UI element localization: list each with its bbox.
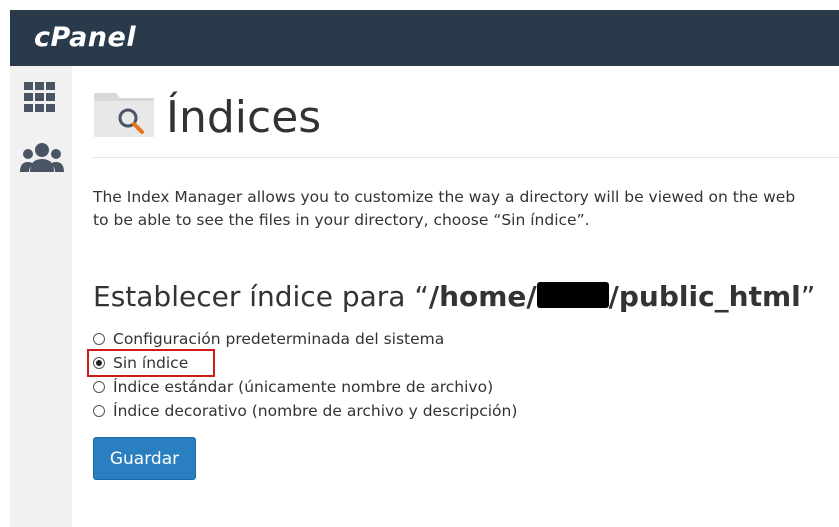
cpanel-logo[interactable]: cPanel (34, 22, 136, 53)
radio-fancy-index[interactable] (93, 405, 105, 417)
redacted-username (536, 282, 609, 308)
users-icon[interactable] (20, 142, 64, 181)
sidebar (10, 66, 74, 527)
radio-system-default[interactable] (93, 333, 105, 345)
description-line-1: The Index Manager allows you to customiz… (93, 188, 796, 206)
divider (92, 157, 839, 158)
option-system-default[interactable]: Configuración predeterminada del sistema (93, 327, 517, 351)
radio-standard-index[interactable] (93, 381, 105, 393)
page-title: Índices (166, 92, 322, 143)
section-title: Establecer índice para “/home/ /public_ht… (93, 280, 815, 313)
main-content: Índices The Index Manager allows you to … (72, 66, 839, 527)
radio-no-index[interactable] (93, 357, 105, 369)
option-label: Índice estándar (únicamente nombre de ar… (113, 378, 494, 396)
grid-icon[interactable] (24, 82, 56, 117)
index-options: Configuración predeterminada del sistema… (87, 327, 517, 423)
option-label: Sin índice (113, 354, 189, 372)
section-suffix: ” (800, 280, 816, 313)
page-description: The Index Manager allows you to customiz… (93, 186, 839, 232)
description-line-2: to be able to see the files in your dire… (93, 211, 590, 229)
option-standard-index[interactable]: Índice estándar (únicamente nombre de ar… (93, 375, 517, 399)
option-fancy-index[interactable]: Índice decorativo (nombre de archivo y d… (93, 399, 517, 423)
folder-search-icon (92, 87, 158, 139)
option-label: Configuración predeterminada del sistema (113, 330, 445, 348)
top-bar: cPanel (10, 10, 839, 66)
path-start: /home/ (428, 280, 537, 313)
save-button[interactable]: Guardar (93, 437, 196, 480)
page-edge (0, 0, 10, 527)
option-no-index[interactable]: Sin índice (87, 349, 517, 377)
option-label: Índice decorativo (nombre de archivo y d… (113, 402, 518, 420)
path-end: /public_html (608, 280, 801, 313)
section-prefix: Establecer índice para “ (93, 280, 429, 313)
